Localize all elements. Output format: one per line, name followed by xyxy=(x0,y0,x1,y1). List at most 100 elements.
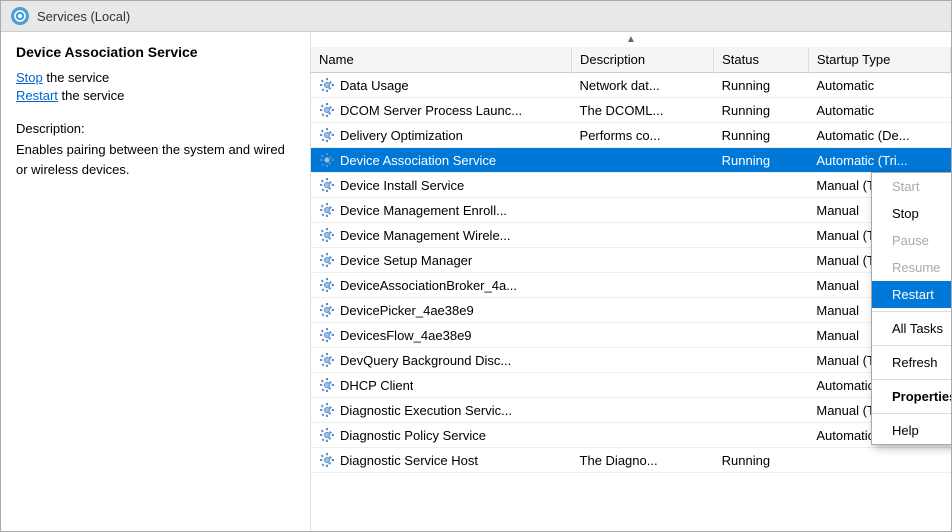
service-name-cell: DevicePicker_4ae38e9 xyxy=(311,298,531,322)
service-desc-cell: Network dat... xyxy=(572,73,714,98)
table-row[interactable]: DHCP ClientAutomatic xyxy=(311,373,951,398)
service-name-cell: DHCP Client xyxy=(311,373,531,397)
table-row[interactable]: Device Install ServiceManual (Trigg... xyxy=(311,173,951,198)
table-row[interactable]: Delivery OptimizationPerforms co...Runni… xyxy=(311,123,951,148)
context-menu-restart[interactable]: Restart xyxy=(872,281,951,308)
service-name-cell: DeviceAssociationBroker_4a... xyxy=(311,273,531,297)
service-name-cell: Diagnostic Execution Servic... xyxy=(311,398,531,422)
service-status-cell: Running xyxy=(714,448,809,473)
service-status-cell xyxy=(714,323,809,348)
service-name-cell: DevicesFlow_4ae38e9 xyxy=(311,323,531,347)
context-menu-refresh[interactable]: Refresh xyxy=(872,349,951,376)
service-status-cell xyxy=(714,248,809,273)
service-name-text: Diagnostic Policy Service xyxy=(340,428,486,443)
table-row[interactable]: DevicePicker_4ae38e9Manual xyxy=(311,298,951,323)
service-desc-cell xyxy=(572,173,714,198)
services-window: Services (Local) Device Association Serv… xyxy=(0,0,952,532)
gear-icon xyxy=(319,402,335,418)
service-name-text: DevicesFlow_4ae38e9 xyxy=(340,328,472,343)
service-status-cell xyxy=(714,373,809,398)
stop-action-row: Stop the service xyxy=(16,70,295,85)
service-desc-cell xyxy=(572,423,714,448)
service-name-cell: Device Install Service xyxy=(311,173,531,197)
service-startup-cell: Automatic xyxy=(808,73,950,98)
context-menu-pause[interactable]: Pause xyxy=(872,227,951,254)
service-desc-cell xyxy=(572,373,714,398)
table-row[interactable]: Device Association Service RunningAutomat… xyxy=(311,148,951,173)
table-row[interactable]: Diagnostic Execution Servic...Manual (Tr… xyxy=(311,398,951,423)
gear-icon xyxy=(319,77,335,93)
table-row[interactable]: Data UsageNetwork dat...RunningAutomatic xyxy=(311,73,951,98)
service-desc-cell xyxy=(572,273,714,298)
service-name-cell: Device Management Enroll... xyxy=(311,198,531,222)
service-name-text: DCOM Server Process Launc... xyxy=(340,103,522,118)
service-startup-cell: Automatic (Tri... xyxy=(808,148,950,173)
stop-link[interactable]: Stop xyxy=(16,70,43,85)
service-name-text: Delivery Optimization xyxy=(340,128,463,143)
service-name-text: DevQuery Background Disc... xyxy=(340,353,511,368)
service-name-text: Device Install Service xyxy=(340,178,464,193)
service-status-cell xyxy=(714,198,809,223)
context-menu-stop[interactable]: Stop xyxy=(872,200,951,227)
selected-service-title: Device Association Service xyxy=(16,44,295,60)
service-name-text: Device Association Service xyxy=(340,153,496,168)
service-name-cell: Device Association Service xyxy=(311,148,531,172)
service-desc-cell xyxy=(572,323,714,348)
gear-icon xyxy=(319,377,335,393)
context-menu-resume[interactable]: Resume xyxy=(872,254,951,281)
service-status-cell xyxy=(714,423,809,448)
description-label: Description: xyxy=(16,121,295,136)
table-row[interactable]: Device Setup ManagerManual (Trigg... xyxy=(311,248,951,273)
context-menu-start[interactable]: Start xyxy=(872,173,951,200)
table-row[interactable]: Diagnostic Policy ServiceAutomatic xyxy=(311,423,951,448)
col-header-desc[interactable]: Description xyxy=(572,47,714,73)
service-name-text: Device Setup Manager xyxy=(340,253,472,268)
gear-icon xyxy=(319,302,335,318)
context-menu: Start Stop Pause Resume Restart All Task… xyxy=(871,172,951,445)
gear-icon xyxy=(319,177,335,193)
gear-icon xyxy=(319,277,335,293)
service-status-cell xyxy=(714,348,809,373)
service-name-cell: DevQuery Background Disc... xyxy=(311,348,531,372)
service-status-cell: Running xyxy=(714,148,809,173)
context-menu-all-tasks[interactable]: All Tasks ▶ xyxy=(872,315,951,342)
context-menu-properties[interactable]: Properties xyxy=(872,383,951,410)
service-name-text: Data Usage xyxy=(340,78,409,93)
table-row[interactable]: Device Management Wirele...Manual (Trigg… xyxy=(311,223,951,248)
restart-text: the service xyxy=(58,88,124,103)
table-row[interactable]: DevQuery Background Disc...Manual (Trigg… xyxy=(311,348,951,373)
separator-2 xyxy=(872,345,951,346)
context-menu-help[interactable]: Help xyxy=(872,417,951,444)
gear-icon xyxy=(319,227,335,243)
table-row[interactable]: Device Management Enroll...Manual xyxy=(311,198,951,223)
col-header-status[interactable]: Status xyxy=(714,47,809,73)
description-section: Description: Enables pairing between the… xyxy=(16,121,295,179)
gear-icon xyxy=(319,152,335,168)
service-desc-cell xyxy=(572,148,714,173)
table-row[interactable]: DevicesFlow_4ae38e9Manual xyxy=(311,323,951,348)
table-wrapper[interactable]: Name Description Status Startup Type Dat… xyxy=(311,47,951,531)
service-status-cell xyxy=(714,273,809,298)
table-row[interactable]: Diagnostic Service HostThe Diagno...Runn… xyxy=(311,448,951,473)
table-row[interactable]: DCOM Server Process Launc...The DCOML...… xyxy=(311,98,951,123)
separator-3 xyxy=(872,379,951,380)
col-header-startup[interactable]: Startup Type xyxy=(808,47,950,73)
service-name-text: Diagnostic Execution Servic... xyxy=(340,403,512,418)
table-header-row: Name Description Status Startup Type xyxy=(311,47,951,73)
service-name-text: DevicePicker_4ae38e9 xyxy=(340,303,474,318)
restart-link[interactable]: Restart xyxy=(16,88,58,103)
service-status-cell xyxy=(714,223,809,248)
service-desc-cell xyxy=(572,198,714,223)
service-name-cell: Diagnostic Service Host xyxy=(311,448,531,472)
table-row[interactable]: DeviceAssociationBroker_4a...Manual xyxy=(311,273,951,298)
service-status-cell: Running xyxy=(714,98,809,123)
title-bar: Services (Local) xyxy=(1,1,951,32)
service-name-cell: Diagnostic Policy Service xyxy=(311,423,531,447)
service-name-text: Diagnostic Service Host xyxy=(340,453,478,468)
service-startup-cell: Automatic xyxy=(808,98,950,123)
service-name-text: DeviceAssociationBroker_4a... xyxy=(340,278,517,293)
service-name-text: Device Management Wirele... xyxy=(340,228,511,243)
service-desc-cell: Performs co... xyxy=(572,123,714,148)
col-header-name[interactable]: Name xyxy=(311,47,572,73)
gear-icon xyxy=(319,327,335,343)
